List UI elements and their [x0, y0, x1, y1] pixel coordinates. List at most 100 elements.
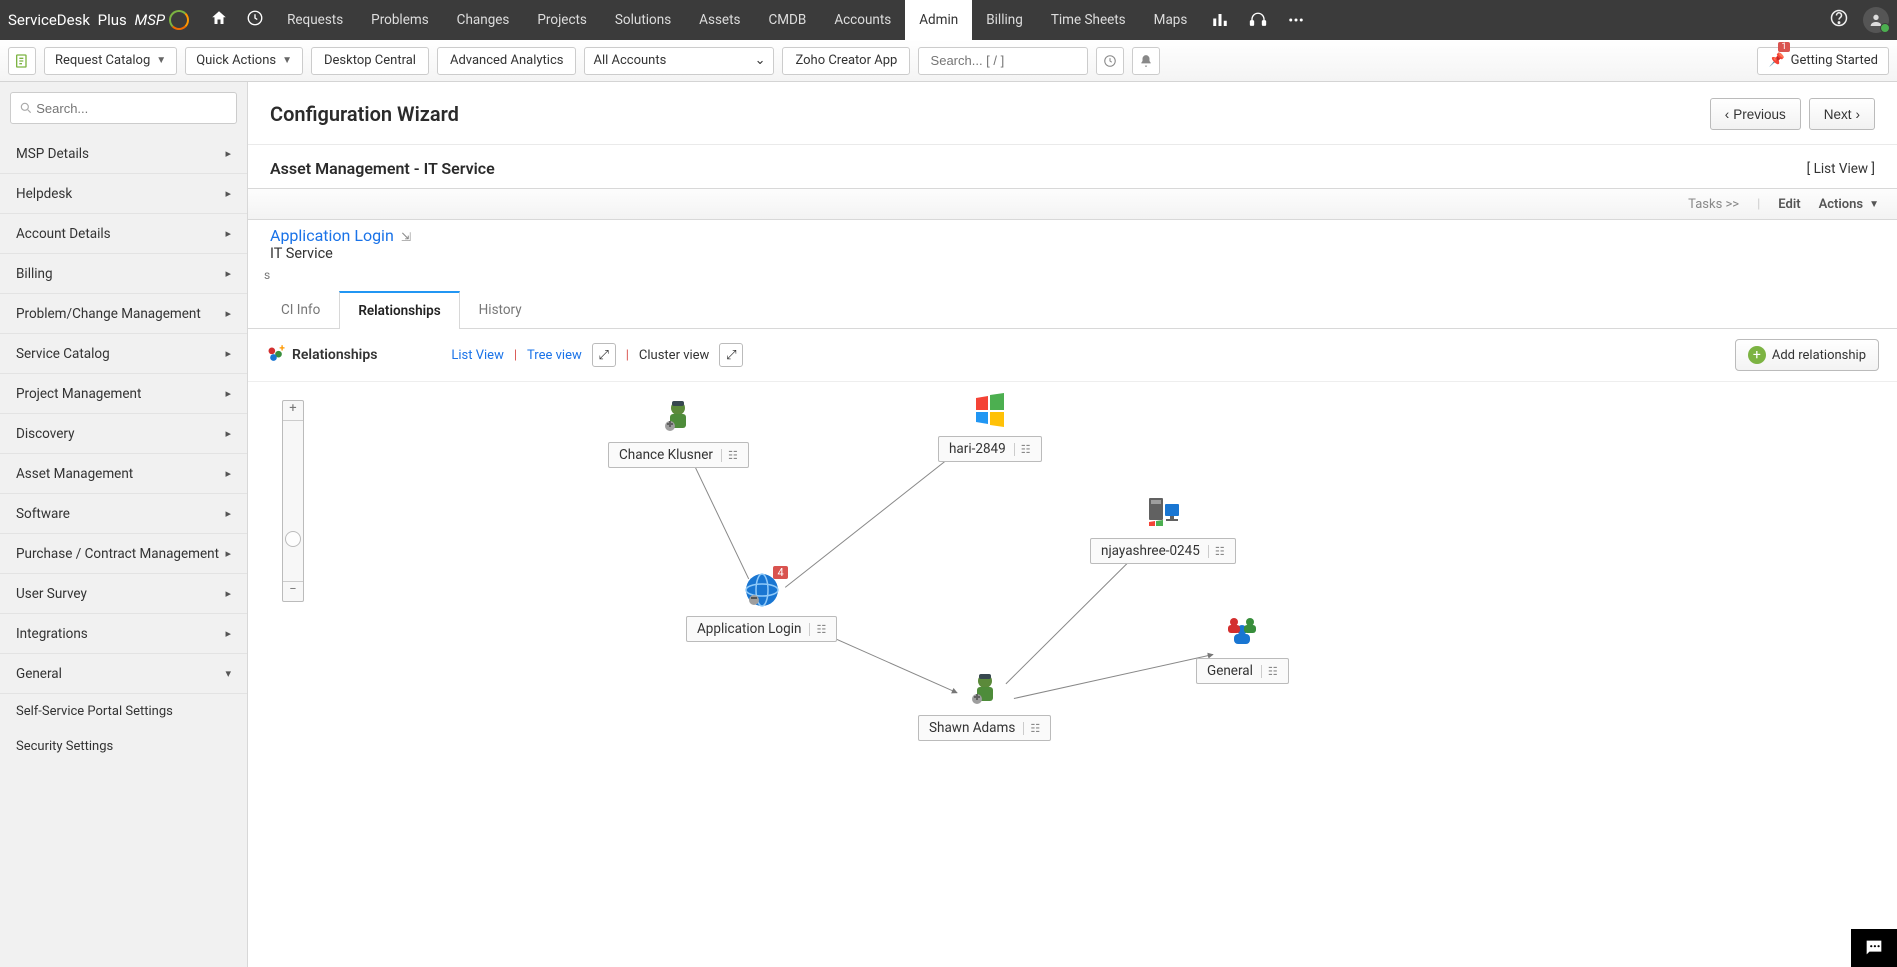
- node-general[interactable]: General ☷: [1196, 610, 1289, 684]
- actions-dropdown[interactable]: Actions ▼: [1819, 197, 1879, 212]
- node-menu-icon[interactable]: ☷: [1208, 545, 1225, 558]
- node-shawn[interactable]: Shawn Adams ☷: [918, 667, 1051, 741]
- nav-requests[interactable]: Requests: [273, 0, 357, 40]
- nav-problems[interactable]: Problems: [357, 0, 443, 40]
- next-button[interactable]: Next ›: [1809, 98, 1875, 130]
- sidebar-item-user-survey[interactable]: User Survey▸: [0, 574, 247, 614]
- node-badge: 4: [773, 566, 787, 579]
- desktop-central-link[interactable]: Desktop Central: [311, 47, 429, 75]
- nav-admin[interactable]: Admin: [905, 0, 972, 40]
- ci-type: IT Service: [270, 245, 1875, 262]
- chat-icon[interactable]: [1851, 929, 1897, 967]
- tab-relationships[interactable]: Relationships: [339, 291, 459, 329]
- node-chance[interactable]: Chance Klusner☷: [608, 394, 749, 468]
- nav-more-icon[interactable]: [1277, 0, 1315, 40]
- node-applogin[interactable]: 4 Application Login ☷: [686, 568, 837, 642]
- sidebar-item-billing[interactable]: Billing▸: [0, 254, 247, 294]
- global-search[interactable]: [918, 47, 1088, 75]
- request-catalog-dropdown[interactable]: Request Catalog▼: [44, 47, 177, 75]
- help-icon[interactable]: [1829, 8, 1849, 33]
- node-label: njayashree-0245: [1101, 543, 1200, 559]
- view-cluster-label: Cluster view: [639, 348, 709, 363]
- tasks-link[interactable]: Tasks >>: [1688, 197, 1739, 212]
- group-icon: [1220, 610, 1264, 654]
- tech-icon: [656, 394, 700, 438]
- svg-text:+: +: [279, 345, 285, 355]
- zoho-creator-link[interactable]: Zoho Creator App: [782, 47, 910, 75]
- page-title: Configuration Wizard: [270, 102, 459, 126]
- node-njay[interactable]: njayashree-0245 ☷: [1090, 490, 1236, 564]
- node-menu-icon[interactable]: ☷: [721, 449, 738, 462]
- app-logo: ServiceDesk Plus MSP: [8, 10, 189, 30]
- getting-started-badge: 1: [1778, 42, 1789, 52]
- globe-icon: 4: [740, 568, 784, 612]
- sidebar-subitem-security-settings[interactable]: Security Settings: [0, 729, 247, 764]
- global-search-input[interactable]: [931, 53, 1107, 68]
- previous-button[interactable]: ‹ Previous: [1710, 98, 1801, 130]
- ci-name-link[interactable]: Application Login: [270, 226, 394, 245]
- advanced-analytics-link[interactable]: Advanced Analytics: [437, 47, 577, 75]
- nav-dashboards-icon[interactable]: [1201, 0, 1239, 40]
- tree-expand-icon[interactable]: ⤢: [592, 343, 616, 367]
- node-hari[interactable]: hari-2849☷: [938, 388, 1042, 462]
- sidebar-item-discovery[interactable]: Discovery▸: [0, 414, 247, 454]
- section-title: Asset Management - IT Service: [270, 159, 495, 178]
- sidebar-item-msp-details[interactable]: MSP Details▸: [0, 134, 247, 174]
- user-avatar[interactable]: [1863, 7, 1889, 33]
- add-relationship-button[interactable]: + Add relationship: [1735, 339, 1879, 371]
- tab-history[interactable]: History: [460, 291, 541, 329]
- node-menu-icon[interactable]: ☷: [1023, 722, 1040, 735]
- pin-icon: 📌: [1768, 53, 1784, 68]
- cluster-expand-icon[interactable]: ⤢: [719, 343, 743, 367]
- node-menu-icon[interactable]: ☷: [1014, 443, 1031, 456]
- notifications-icon[interactable]: [1132, 47, 1160, 75]
- view-list-link[interactable]: List View: [451, 348, 503, 363]
- edit-button[interactable]: Edit: [1778, 197, 1800, 212]
- share-icon[interactable]: ⇲: [401, 230, 411, 244]
- sidebar-search[interactable]: [10, 92, 237, 124]
- tech-icon: [963, 667, 1007, 711]
- list-view-link[interactable]: [ List View ]: [1807, 161, 1875, 177]
- zoom-in-button[interactable]: +: [283, 401, 303, 421]
- node-label: Application Login: [697, 621, 801, 637]
- account-select[interactable]: All Accounts⌄: [584, 47, 774, 75]
- nav-assets[interactable]: Assets: [685, 0, 754, 40]
- sidebar-item-project-management[interactable]: Project Management▸: [0, 374, 247, 414]
- sidebar-item-integrations[interactable]: Integrations▸: [0, 614, 247, 654]
- getting-started-button[interactable]: 📌 1 Getting Started: [1757, 47, 1889, 75]
- nav-accounts[interactable]: Accounts: [820, 0, 905, 40]
- sidebar-item-problem-change-management[interactable]: Problem/Change Management▸: [0, 294, 247, 334]
- node-label: General: [1207, 663, 1253, 679]
- announcements-icon[interactable]: [1096, 47, 1124, 75]
- zoom-slider[interactable]: [283, 421, 303, 581]
- sidebar-item-asset-management[interactable]: Asset Management▸: [0, 454, 247, 494]
- sidebar-search-input[interactable]: [36, 101, 228, 116]
- nav-billing[interactable]: Billing: [972, 0, 1037, 40]
- nav-support-icon[interactable]: [1239, 0, 1277, 40]
- quick-actions-dropdown[interactable]: Quick Actions▼: [185, 47, 303, 75]
- node-label: Shawn Adams: [929, 720, 1015, 736]
- sidebar-subitem-self-service-portal-settings[interactable]: Self-Service Portal Settings: [0, 694, 247, 729]
- home-icon[interactable]: [201, 9, 237, 32]
- nav-projects[interactable]: Projects: [523, 0, 601, 40]
- sidebar-item-service-catalog[interactable]: Service Catalog▸: [0, 334, 247, 374]
- nav-solutions[interactable]: Solutions: [601, 0, 685, 40]
- node-menu-icon[interactable]: ☷: [1261, 665, 1278, 678]
- zoom-out-button[interactable]: −: [283, 581, 303, 601]
- nav-time-sheets[interactable]: Time Sheets: [1037, 0, 1140, 40]
- recent-icon[interactable]: [237, 9, 273, 32]
- nav-changes[interactable]: Changes: [443, 0, 524, 40]
- tab-ci-info[interactable]: CI Info: [262, 291, 339, 329]
- sidebar-item-account-details[interactable]: Account Details▸: [0, 214, 247, 254]
- nav-cmdb[interactable]: CMDB: [754, 0, 820, 40]
- new-template-icon[interactable]: [8, 47, 36, 75]
- zoom-control[interactable]: + −: [282, 400, 304, 602]
- view-tree-link[interactable]: Tree view: [527, 348, 582, 363]
- nav-maps[interactable]: Maps: [1140, 0, 1202, 40]
- sidebar-item-purchase-contract-management[interactable]: Purchase / Contract Management▸: [0, 534, 247, 574]
- workstation-icon: [1141, 490, 1185, 534]
- sidebar-item-software[interactable]: Software▸: [0, 494, 247, 534]
- sidebar-item-general[interactable]: General▾: [0, 654, 247, 694]
- node-menu-icon[interactable]: ☷: [809, 623, 826, 636]
- sidebar-item-helpdesk[interactable]: Helpdesk▸: [0, 174, 247, 214]
